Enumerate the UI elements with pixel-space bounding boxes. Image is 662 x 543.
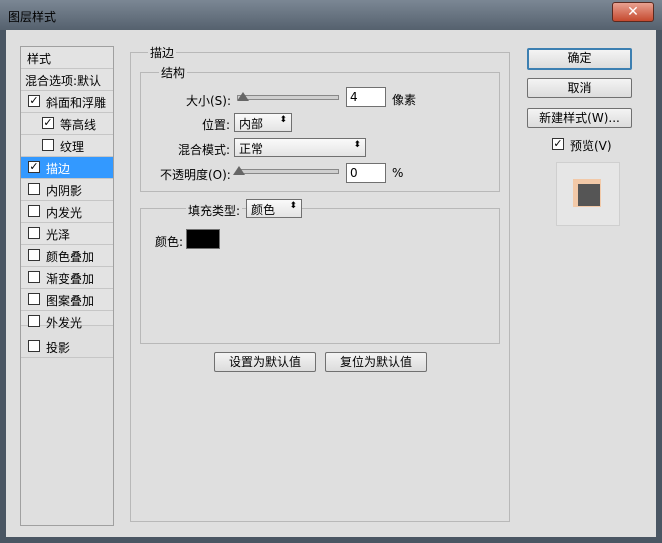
size-label: 大小(S): xyxy=(186,94,232,108)
position-label: 位置: xyxy=(202,118,231,132)
close-icon: ✕ xyxy=(627,4,639,20)
size-input[interactable]: 4 xyxy=(346,87,386,107)
styles-list: 样式 混合选项:默认 ✓ 斜面和浮雕 ✓ 等高线 纹理 ✓ 描边 内阴影 内发光… xyxy=(20,46,114,330)
size-slider-track[interactable] xyxy=(237,95,339,100)
dialog-body: 样式 混合选项:默认 ✓ 斜面和浮雕 ✓ 等高线 纹理 ✓ 描边 内阴影 内发光… xyxy=(6,30,656,537)
pattern-overlay-checkbox[interactable] xyxy=(28,293,40,305)
window-title: 图层样式 xyxy=(8,10,57,24)
inner-shadow-checkbox[interactable] xyxy=(28,183,40,195)
style-preview-thumbnail xyxy=(556,162,620,226)
fill-type-label: 填充类型: xyxy=(186,202,243,219)
up-down-arrows-icon: ⬍ xyxy=(279,115,287,125)
inner-glow-checkbox[interactable] xyxy=(28,205,40,217)
sidebar-item-stroke[interactable]: ✓ 描边 xyxy=(21,157,113,179)
sidebar-item-inner-shadow[interactable]: 内阴影 xyxy=(21,179,113,201)
new-style-button[interactable]: 新建样式(W)... xyxy=(527,108,632,128)
structure-section-title: 结构 xyxy=(159,64,188,81)
size-slider-thumb[interactable] xyxy=(237,92,249,101)
preview-checkbox[interactable]: ✓ xyxy=(552,138,564,150)
sidebar-item-bevel-emboss[interactable]: ✓ 斜面和浮雕 xyxy=(21,91,113,113)
sidebar-item-gradient-overlay[interactable]: 渐变叠加 xyxy=(21,267,113,289)
stroke-section-title: 描边 xyxy=(148,44,177,61)
styles-header[interactable]: 样式 xyxy=(21,47,113,69)
opacity-unit: % xyxy=(392,166,404,180)
texture-checkbox[interactable] xyxy=(42,139,54,151)
sidebar-item-outer-glow[interactable]: 外发光 xyxy=(21,311,113,330)
sidebar-item-contour[interactable]: ✓ 等高线 xyxy=(21,113,113,135)
bevel-emboss-checkbox[interactable]: ✓ xyxy=(28,95,40,107)
cancel-button[interactable]: 取消 xyxy=(527,78,632,98)
blend-mode-select[interactable]: 正常 ⬍ xyxy=(234,138,366,157)
up-down-arrows-icon: ⬍ xyxy=(289,201,297,211)
gradient-overlay-checkbox[interactable] xyxy=(28,271,40,283)
color-overlay-checkbox[interactable] xyxy=(28,249,40,261)
title-bar: 图层样式 ✕ xyxy=(0,0,662,30)
ok-button[interactable]: 确定 xyxy=(527,48,632,70)
layer-style-dialog: 图层样式 ✕ 样式 混合选项:默认 ✓ 斜面和浮雕 ✓ 等高线 纹理 ✓ 描边 … xyxy=(0,0,662,543)
sidebar-item-pattern-overlay[interactable]: 图案叠加 xyxy=(21,289,113,311)
sidebar-item-texture[interactable]: 纹理 xyxy=(21,135,113,157)
color-label: 颜色: xyxy=(155,235,184,249)
opacity-label: 不透明度(O): xyxy=(160,168,231,182)
styles-list-lower xyxy=(20,326,114,526)
position-select[interactable]: 内部 ⬍ xyxy=(234,113,292,132)
satin-checkbox[interactable] xyxy=(28,227,40,239)
opacity-slider-thumb[interactable] xyxy=(233,166,245,175)
reset-default-button[interactable]: 复位为默认值 xyxy=(325,352,427,372)
close-button[interactable]: ✕ xyxy=(612,2,654,22)
opacity-input[interactable]: 0 xyxy=(346,163,386,183)
contour-checkbox[interactable]: ✓ xyxy=(42,117,54,129)
blend-options-item[interactable]: 混合选项:默认 xyxy=(21,69,113,91)
opacity-slider-track[interactable] xyxy=(237,169,339,174)
preview-label: 预览(V) xyxy=(570,139,612,153)
set-default-button[interactable]: 设置为默认值 xyxy=(214,352,316,372)
sidebar-item-color-overlay[interactable]: 颜色叠加 xyxy=(21,245,113,267)
stroke-color-swatch[interactable] xyxy=(186,229,220,249)
sidebar-item-satin[interactable]: 光泽 xyxy=(21,223,113,245)
up-down-arrows-icon: ⬍ xyxy=(353,140,361,150)
sidebar-item-inner-glow[interactable]: 内发光 xyxy=(21,201,113,223)
preview-inner-shape xyxy=(578,184,600,206)
blend-mode-label: 混合模式: xyxy=(178,143,231,157)
size-unit: 像素 xyxy=(392,93,417,107)
fill-type-select[interactable]: 颜色 ⬍ xyxy=(246,199,302,218)
stroke-checkbox[interactable]: ✓ xyxy=(28,161,40,173)
